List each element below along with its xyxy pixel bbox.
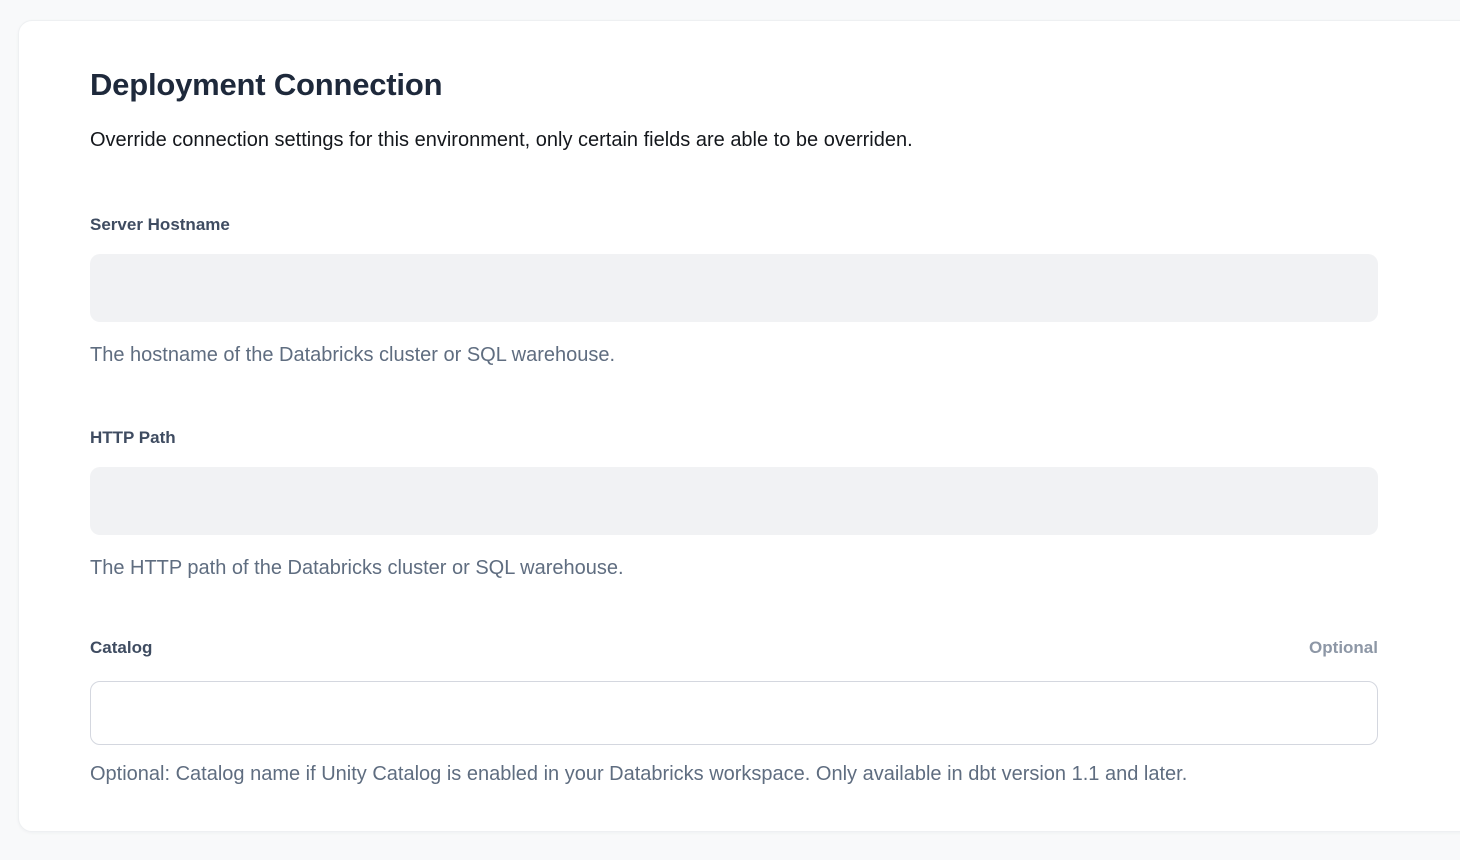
http-path-input (90, 467, 1378, 535)
field-catalog: Catalog Optional Optional: Catalog name … (90, 638, 1378, 786)
http-path-help-text: The HTTP path of the Databricks cluster … (90, 556, 1378, 580)
deployment-connection-card: Deployment Connection Override connectio… (18, 20, 1460, 832)
http-path-label: HTTP Path (90, 428, 176, 448)
card-content: Deployment Connection Override connectio… (90, 66, 1378, 786)
optional-badge: Optional (1309, 638, 1378, 658)
server-hostname-input (90, 254, 1378, 322)
server-hostname-help-text: The hostname of the Databricks cluster o… (90, 343, 1378, 367)
field-server-hostname: Server Hostname The hostname of the Data… (90, 215, 1378, 367)
server-hostname-label: Server Hostname (90, 215, 230, 235)
field-http-path: HTTP Path The HTTP path of the Databrick… (90, 428, 1378, 580)
field-label-row: Catalog Optional (90, 638, 1378, 658)
field-label-row: Server Hostname (90, 215, 1378, 235)
catalog-input[interactable] (90, 681, 1378, 745)
page-title: Deployment Connection (90, 66, 1378, 104)
field-label-row: HTTP Path (90, 428, 1378, 448)
catalog-label: Catalog (90, 638, 152, 658)
page-subtitle: Override connection settings for this en… (90, 126, 1378, 154)
catalog-help-text: Optional: Catalog name if Unity Catalog … (90, 762, 1378, 786)
